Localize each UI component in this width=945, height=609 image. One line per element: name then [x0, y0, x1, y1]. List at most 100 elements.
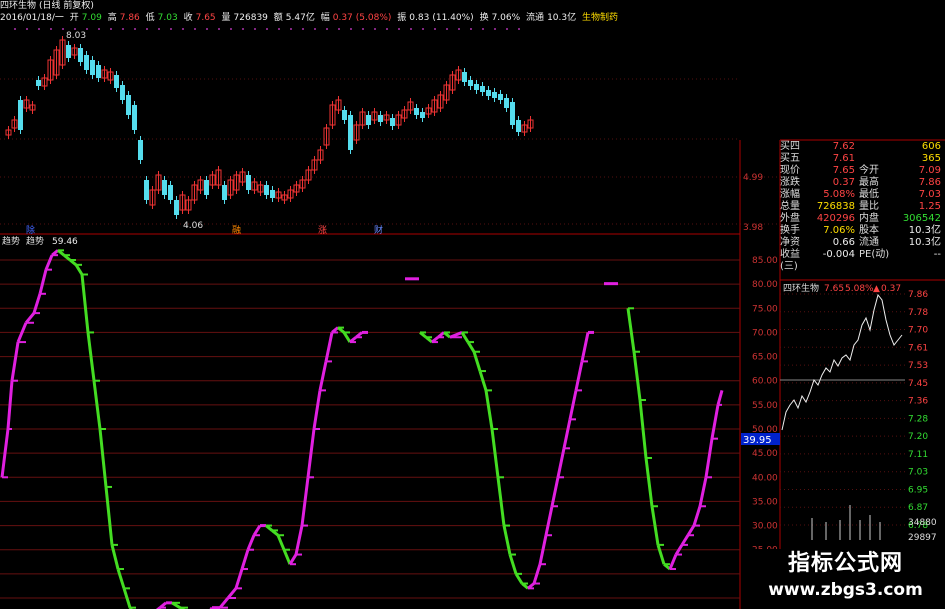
event-marker-finance[interactable]: 财	[374, 224, 383, 236]
quote-value: 7.09	[918, 165, 941, 176]
indicator-segment	[276, 534, 286, 551]
event-marker-dividend[interactable]: 除	[26, 224, 35, 236]
quote-label: 流通	[859, 237, 879, 248]
watermark-url: www.zbgs3.com	[768, 580, 923, 600]
indicator-segment	[342, 331, 352, 343]
event-marker-margin[interactable]: 融	[232, 225, 241, 236]
signal-dot	[266, 28, 268, 30]
quote-label: 收益(三)	[780, 249, 800, 272]
indicator-axis-tick: 65.00	[752, 353, 778, 363]
indicator-mark	[604, 282, 618, 286]
signal-dot	[170, 28, 172, 30]
indicator-segment	[626, 308, 636, 352]
indicator-segment	[6, 380, 14, 430]
candle-body-down	[420, 112, 425, 118]
candle-body-down	[264, 185, 269, 195]
candle-body-down	[492, 92, 497, 98]
indicator-segment	[10, 341, 20, 381]
signal-dot	[410, 28, 412, 30]
intraday-volume-tick: 34880	[908, 518, 937, 528]
candle-body-down	[126, 95, 131, 115]
candle-body-down	[390, 118, 395, 126]
intraday-price-tick: 7.28	[908, 414, 928, 424]
signal-dot	[242, 28, 244, 30]
indicator-axis-tick: 85.00	[752, 256, 778, 266]
indicator-mark	[405, 277, 419, 281]
quote-label: 总量	[780, 201, 800, 212]
signal-dot	[50, 28, 52, 30]
intraday-chart: 7.86 7.78 7.70 7.61 7.53 7.45 7.36 7.28 7.20 7.11…	[780, 290, 937, 543]
indicator-segment	[110, 544, 120, 570]
candle-body-down	[222, 185, 227, 200]
quote-value: -0.004	[822, 249, 855, 260]
quote-label: 买四	[780, 141, 800, 152]
quote-label: 最低	[859, 189, 879, 200]
price-axis-tick: 4.99	[743, 173, 763, 183]
quote-value: 726838	[816, 201, 855, 212]
candle-body-down	[168, 185, 173, 200]
quote-value: 0.66	[832, 237, 855, 248]
quote-label: PE(动)	[859, 249, 890, 260]
candle-body-down	[270, 190, 275, 198]
signal-dot	[158, 28, 160, 30]
indicator-segment	[710, 404, 720, 439]
indicator-segment	[234, 568, 244, 589]
signal-dot	[38, 28, 40, 30]
candle-body-down	[204, 180, 209, 195]
indicator-segment	[686, 524, 696, 537]
candle-body-down	[96, 65, 101, 78]
quote-value: 10.3亿	[908, 225, 941, 236]
quote-row: 涨跌 0.37 最高 7.86	[780, 177, 945, 189]
indicator-segment	[240, 549, 250, 570]
quote-row: 净资 0.66 流通 10.3亿	[780, 237, 945, 249]
indicator-axis-tick: 55.00	[752, 401, 778, 411]
indicator-segment	[312, 390, 322, 430]
indicator-segment	[514, 573, 524, 585]
candle-body-down	[90, 60, 95, 75]
candle-body-down	[66, 45, 71, 58]
quote-value: 7.03	[918, 189, 941, 200]
intraday-price-tick: 7.45	[908, 379, 928, 389]
signal-dot	[254, 28, 256, 30]
intraday-price-tick: 7.53	[908, 361, 928, 371]
signal-dot	[62, 28, 64, 30]
indicator-segment	[680, 534, 690, 546]
candlesticks	[5, 28, 534, 219]
indicator-segment	[38, 269, 48, 295]
signal-dot	[362, 28, 364, 30]
indicator-segment	[472, 351, 482, 372]
signal-dot	[458, 28, 460, 30]
quote-value: 306542	[902, 213, 941, 224]
signal-dot	[386, 28, 388, 30]
intraday-price-tick: 7.20	[908, 432, 928, 442]
indicator-segment	[282, 549, 292, 565]
indicator-segment	[252, 524, 262, 537]
quote-row: 换手 7.06% 股本 10.3亿	[780, 225, 945, 237]
intraday-stock-name[interactable]: 四环生物	[783, 282, 819, 294]
candle-body-down	[78, 48, 83, 62]
candle-grid	[0, 78, 780, 225]
candle-body-down	[498, 94, 503, 100]
crosshair-value: 39.95	[743, 435, 772, 446]
quote-value: 365	[921, 153, 941, 164]
candle-body-down	[348, 115, 353, 150]
indicator-segment	[484, 390, 494, 430]
intraday-price-tick: 7.61	[908, 343, 928, 353]
event-marker-limit[interactable]: 涨	[318, 225, 327, 236]
indicator-segment	[288, 553, 298, 565]
intraday-arrow: ▲	[873, 284, 880, 294]
candle-body-down	[120, 85, 125, 100]
candle-body-down	[462, 72, 467, 82]
quote-label: 买五	[780, 153, 800, 164]
indicator-segment	[656, 544, 666, 565]
chart-canvas[interactable]: 8.03 4.06 4.99 3.98 除 融 涨 财 趋势 趋势 59.46 …	[0, 0, 945, 609]
intraday-price-tick: 7.70	[908, 326, 928, 336]
indicator-segment	[466, 341, 476, 353]
quote-row: 买四 7.62 606	[780, 141, 945, 153]
signal-dot	[398, 28, 400, 30]
indicator-name[interactable]: 趋势	[2, 235, 20, 247]
indicator-segment	[74, 264, 84, 276]
candle-body-down	[414, 108, 419, 115]
candle-body-down	[174, 200, 179, 215]
indicator-segment	[692, 505, 702, 527]
